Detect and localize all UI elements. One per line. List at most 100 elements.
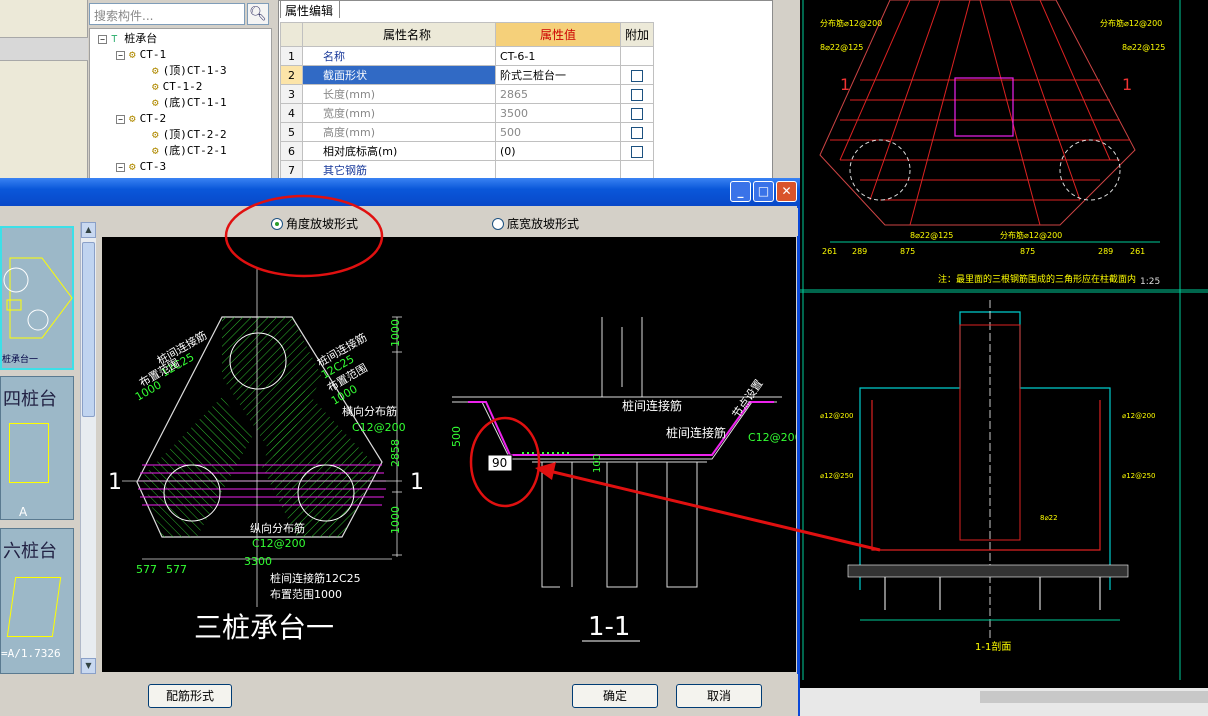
slope-option-bar: 角度放坡形式 底宽放坡形式 (100, 208, 798, 236)
svg-text:8⌀22@125: 8⌀22@125 (1122, 43, 1165, 52)
gear-icon: ⚙ (152, 144, 159, 157)
label-transverse: 横向分布筋 (342, 404, 397, 418)
value-cell[interactable] (495, 160, 621, 180)
value-cell[interactable]: 3500 (495, 103, 621, 123)
svg-text:桩承台一: 桩承台一 (2, 353, 38, 365)
thumb-four-pile[interactable]: 四桩台 A (0, 376, 74, 520)
section-label-pile-link-2: 桩间连接筋 (666, 425, 726, 440)
tree-node[interactable]: ⚙ CT-1-2 (152, 79, 202, 95)
thumbnail-scrollbar[interactable]: ▲ ▼ (80, 222, 96, 674)
tab-property-edit[interactable]: 属性编辑 (280, 0, 340, 18)
section-mark-right: 1 (410, 470, 424, 495)
dialog-titlebar[interactable] (0, 178, 800, 206)
close-icon[interactable]: ✕ (776, 181, 797, 202)
tree-node[interactable]: ⚙ (顶)CT-1-3 (152, 63, 227, 79)
dim-2858: 2858 (389, 439, 402, 467)
ok-button[interactable]: 确定 (572, 684, 658, 708)
add-checkbox[interactable] (631, 107, 643, 120)
svg-text:⌀12@250: ⌀12@250 (820, 472, 853, 480)
value-cell[interactable]: CT-6-1 (495, 46, 621, 66)
svg-text:1: 1 (1122, 75, 1132, 94)
radio-width-slope[interactable]: 底宽放坡形式 (492, 215, 579, 232)
tree-node[interactable]: ⚙ (底)CT-2-1 (152, 143, 227, 159)
label-c12-longitudinal: C12@200 (252, 537, 306, 550)
svg-text:⌀12@200: ⌀12@200 (820, 412, 853, 420)
table-row: 2 截面形状 阶式三桩台一 (280, 65, 655, 85)
svg-text:⌀12@250: ⌀12@250 (1122, 472, 1155, 480)
property-table: 属性名称 属性值 附加 1 名称 CT-6-1 2 截面形状 阶式三桩台一 3 … (280, 22, 655, 180)
svg-text:875: 875 (900, 247, 915, 256)
radio-angle-slope[interactable]: 角度放坡形式 (271, 215, 358, 232)
label-c12-transverse: C12@200 (352, 421, 406, 434)
search-input[interactable]: 搜索构件... (89, 3, 245, 25)
tree-node[interactable]: ⚙ (顶)CT-2-2 (152, 127, 227, 143)
cad-background-drawing: 1 1 261 289 875 875 289 261 分布筋⌀12@200 分… (800, 0, 1208, 716)
svg-text:8⌀22: 8⌀22 (1040, 514, 1058, 522)
label-longitudinal: 纵向分布筋 (250, 521, 305, 535)
svg-text:分布筋⌀12@200: 分布筋⌀12@200 (1000, 230, 1062, 240)
svg-text:8⌀22@125: 8⌀22@125 (910, 231, 953, 240)
cad-scale: 1:25 (1140, 277, 1160, 287)
svg-text:分布筋⌀12@200: 分布筋⌀12@200 (1100, 18, 1162, 28)
tree-node[interactable]: − ⚙ CT-3 (116, 159, 166, 175)
maximize-icon[interactable]: □ (753, 181, 774, 202)
scroll-up-icon[interactable]: ▲ (81, 222, 96, 238)
add-checkbox[interactable] (631, 145, 643, 158)
gear-icon: ⚙ (152, 128, 159, 141)
dim-1000-bottom: 1000 (389, 506, 402, 534)
svg-text:8⌀22@125: 8⌀22@125 (820, 43, 863, 52)
cancel-button[interactable]: 取消 (676, 684, 762, 708)
section-label-pile-link: 桩间连接筋 (622, 398, 682, 413)
cad-note: 注：最里面的三根钢筋围成的三角形应在柱截面内 (938, 273, 1136, 285)
gear-icon: ⚙ (129, 160, 136, 173)
cad-section-title: 1-1剖面 (975, 640, 1011, 653)
thumb-three-pile[interactable]: 桩承台一 (0, 226, 74, 370)
table-row: 6 相对底标高(m) (0) (280, 141, 655, 161)
svg-text:875: 875 (1020, 247, 1035, 256)
svg-text:⌀12@200: ⌀12@200 (1122, 412, 1155, 420)
header-value: 属性值 (495, 22, 621, 47)
svg-text:1: 1 (840, 75, 850, 94)
tree-node-root[interactable]: − ⊤ 桩承台 (98, 31, 157, 47)
svg-text:分布筋⌀12@200: 分布筋⌀12@200 (820, 18, 882, 28)
tree-node[interactable]: − ⚙ CT-2 (116, 111, 166, 127)
gear-icon: ⚙ (152, 64, 159, 77)
svg-text:261: 261 (822, 247, 837, 256)
table-row: 7 其它钢筋 (280, 160, 655, 180)
dim-3300: 3300 (244, 555, 272, 568)
scroll-thumb[interactable] (82, 242, 95, 417)
search-icon[interactable]: 🔍︎ (247, 3, 269, 25)
add-checkbox[interactable] (631, 69, 643, 82)
section-label-c12: C12@200 (748, 431, 796, 444)
tree-node[interactable]: ⚙ (底)CT-1-1 (152, 95, 227, 111)
value-cell[interactable]: 阶式三桩台一 (495, 65, 621, 85)
scroll-down-icon[interactable]: ▼ (81, 658, 96, 674)
value-cell[interactable]: 500 (495, 122, 621, 142)
table-row: 3 长度(mm) 2865 (280, 84, 655, 104)
add-checkbox[interactable] (631, 88, 643, 101)
label-pile-link-bottom: 桩间连接筋12C25 (270, 571, 361, 585)
table-row: 5 高度(mm) 500 (280, 122, 655, 142)
value-cell[interactable]: (0) (495, 141, 621, 161)
rebar-form-button[interactable]: 配筋形式 (148, 684, 232, 708)
value-cell[interactable]: 2865 (495, 84, 621, 104)
gear-icon: ⚙ (129, 48, 136, 61)
dim-1000-top: 1000 (389, 319, 402, 347)
section-drawing-canvas: 1 1 桩间连接筋 12C25 布置范围 1000 桩间连接筋 12C25 布置… (102, 237, 802, 672)
section-mark-left: 1 (108, 470, 122, 495)
label-range-bottom: 布置范围1000 (270, 587, 342, 601)
minimize-icon[interactable]: _ (730, 181, 751, 202)
left-nav-panel (0, 0, 88, 180)
section-dim-500: 500 (450, 426, 463, 447)
angle-input-value[interactable]: 90 (492, 456, 507, 470)
component-tree: − ⊤ 桩承台 − ⚙ CT-1 ⚙ (顶)CT-1-3 ⚙ CT-1-2 ⚙ (底)CT-… (89, 28, 272, 180)
header-add: 附加 (619, 22, 655, 47)
dim-577-right: 577 (166, 563, 187, 576)
thumb-six-pile[interactable]: 六桩台 =A/1.7326 (0, 528, 74, 674)
tree-node[interactable]: − ⚙ CT-1 (116, 47, 166, 63)
add-checkbox[interactable] (631, 126, 643, 139)
gear-icon: ⚙ (129, 112, 136, 125)
table-row: 1 名称 CT-6-1 (280, 46, 655, 66)
gear-icon: ⚙ (152, 80, 159, 93)
plan-title: 三桩承台一 (194, 611, 334, 644)
